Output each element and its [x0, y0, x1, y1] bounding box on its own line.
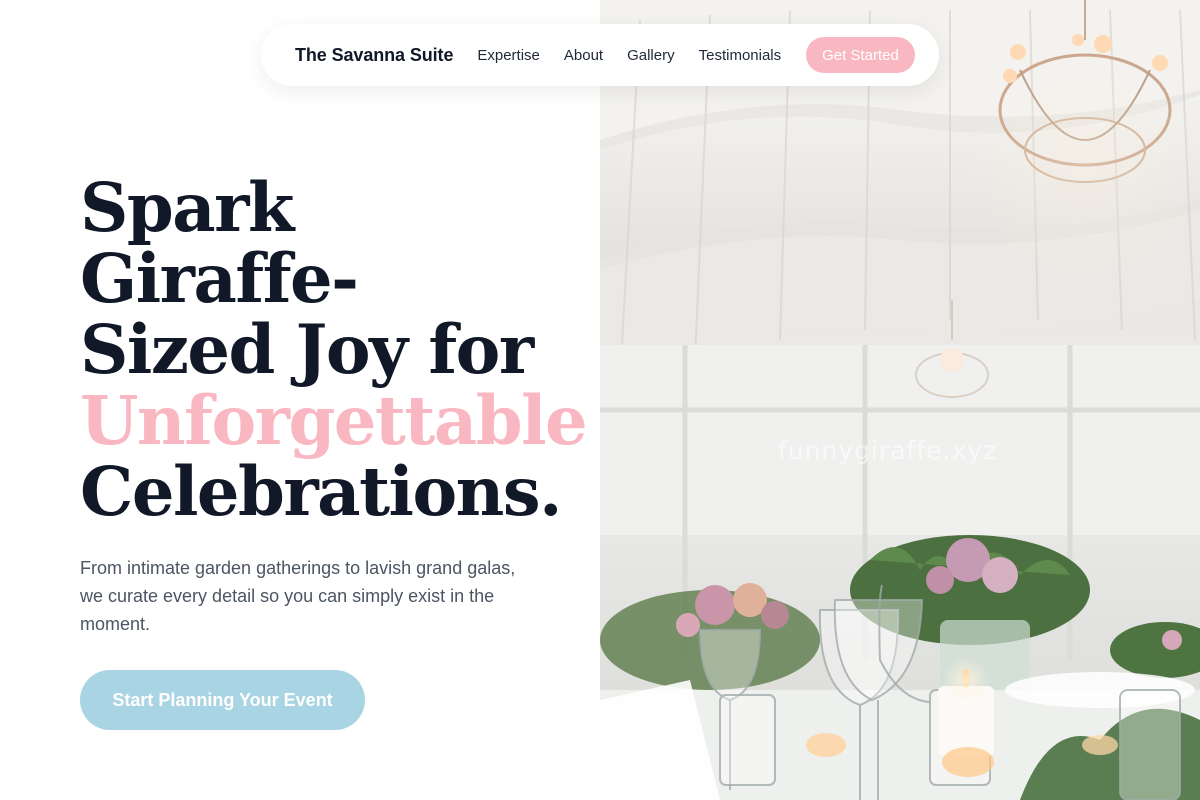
start-planning-button[interactable]: Start Planning Your Event	[80, 670, 365, 730]
hero-headline: Spark Giraffe- Sized Joy for Unforgettab…	[80, 172, 600, 527]
brand-logo-text[interactable]: The Savanna Suite	[295, 45, 453, 66]
headline-accent-word: Unforgettable	[80, 381, 588, 460]
nav-link-gallery[interactable]: Gallery	[627, 47, 675, 64]
headline-line-5: Celebrations.	[80, 452, 562, 531]
wedding-reception-photo: funnygiraffe.xyz	[600, 0, 1200, 800]
photo-watermark: funnygiraffe.xyz	[778, 436, 998, 465]
headline-line-1: Spark	[80, 168, 294, 247]
nav-link-about[interactable]: About	[564, 47, 603, 64]
headline-line-2: Giraffe-	[80, 239, 359, 318]
reception-scene-illustration	[600, 0, 1200, 800]
hero-subtitle: From intimate garden gatherings to lavis…	[80, 558, 516, 634]
get-started-button[interactable]: Get Started	[806, 37, 915, 73]
nav-link-testimonials[interactable]: Testimonials	[699, 47, 782, 64]
nav-link-expertise[interactable]: Expertise	[477, 47, 540, 64]
headline-line-3: Sized Joy for	[80, 310, 534, 389]
navbar: The Savanna Suite Expertise About Galler…	[261, 24, 939, 86]
